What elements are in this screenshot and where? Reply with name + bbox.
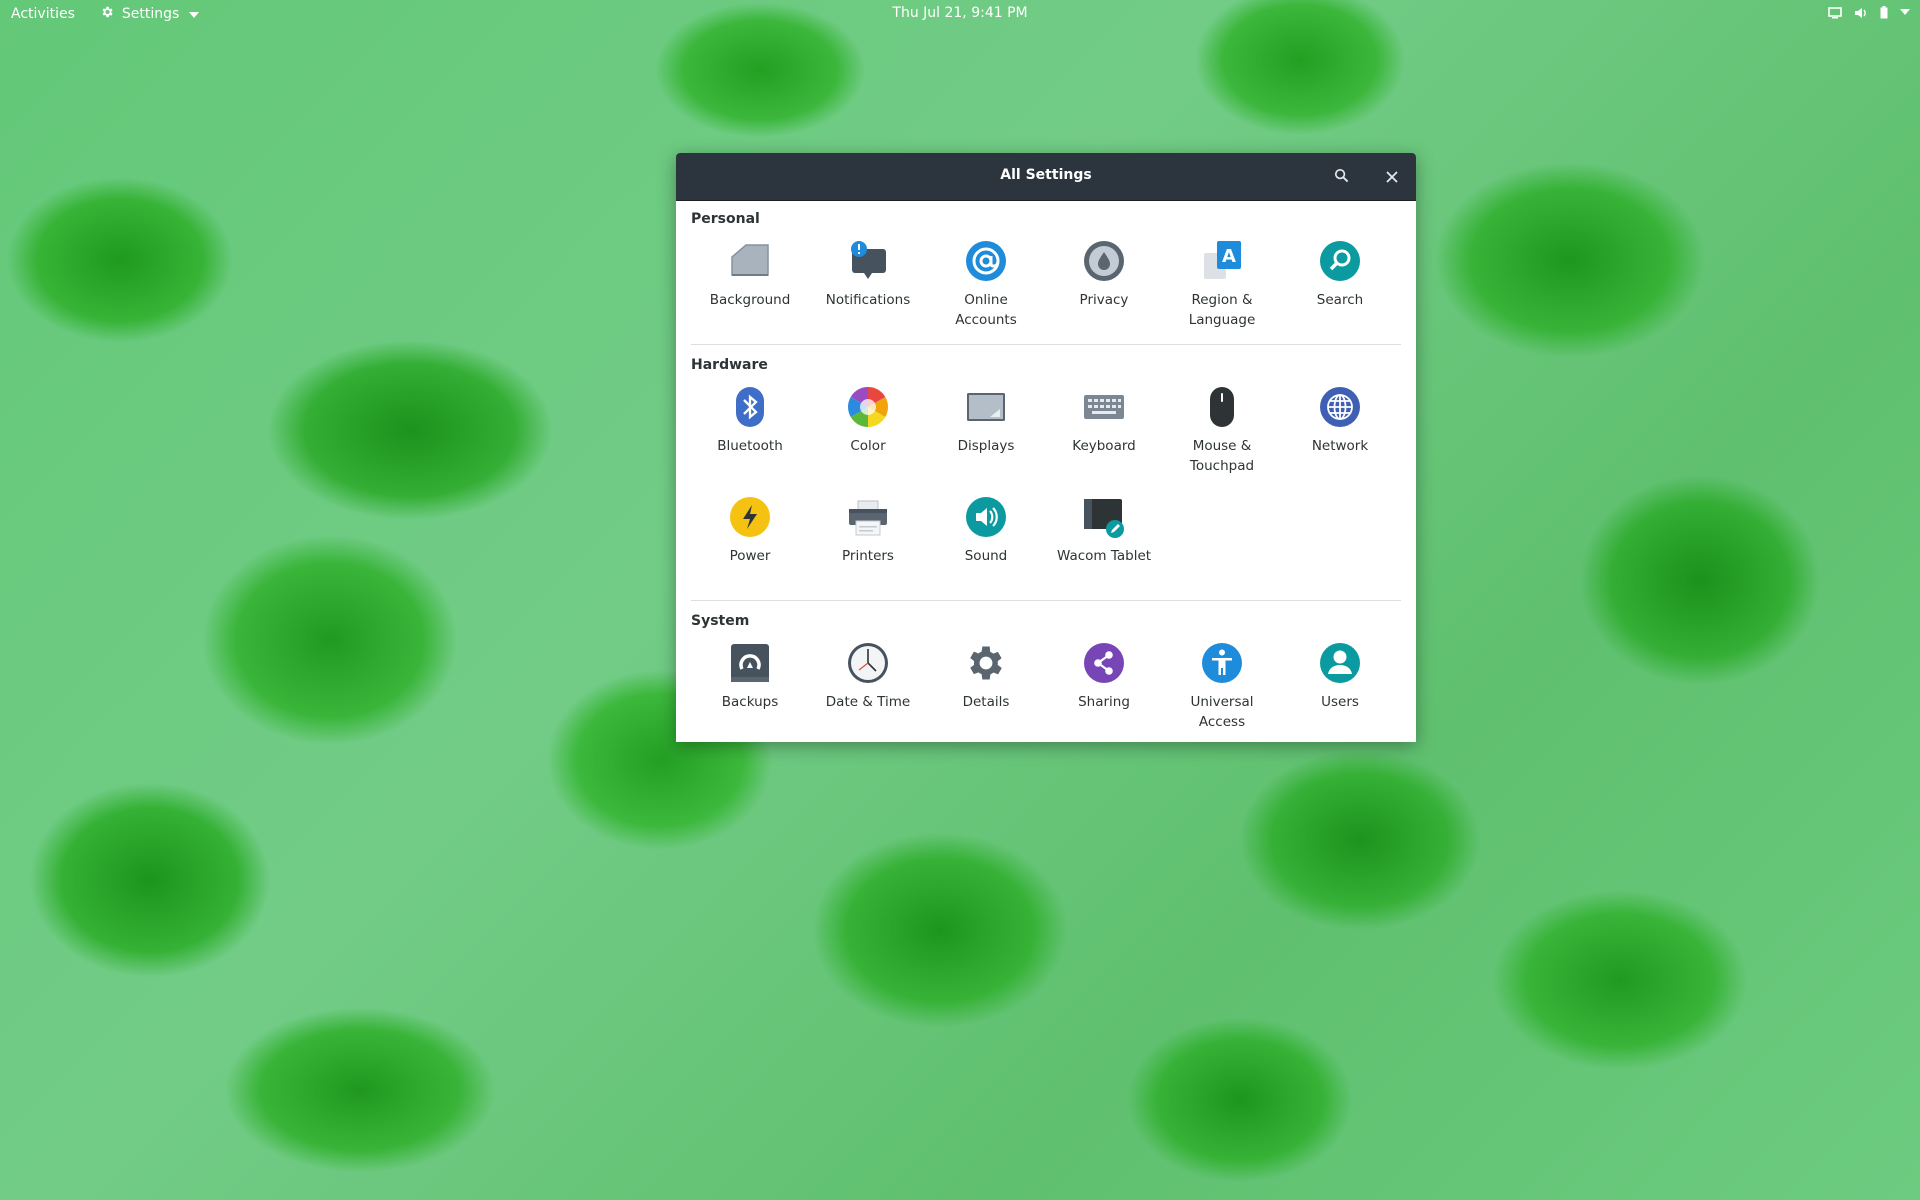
settings-item-search[interactable]: Search	[1281, 233, 1399, 343]
clock[interactable]: Thu Jul 21, 9:41 PM	[892, 5, 1027, 21]
system-tray[interactable]	[1828, 6, 1910, 19]
app-menu-button[interactable]: Settings	[100, 5, 200, 23]
settings-item-backups[interactable]: Backups	[691, 635, 809, 742]
displays-icon	[964, 385, 1008, 429]
network-icon	[1318, 385, 1362, 429]
settings-item-label: Bluetooth	[717, 438, 783, 454]
close-button[interactable]	[1378, 163, 1406, 191]
close-icon	[1386, 168, 1398, 187]
settings-item-background[interactable]: Background	[691, 233, 809, 343]
section-title-hardware: Hardware	[691, 357, 768, 373]
settings-item-users[interactable]: Users	[1281, 635, 1399, 742]
hardware-grid: Bluetooth Color Displays Keyboard Mouse …	[691, 379, 1399, 599]
header-bar: All Settings	[676, 153, 1416, 201]
settings-item-label: Users	[1321, 694, 1359, 710]
backups-icon	[728, 641, 772, 685]
settings-item-label: Network	[1311, 438, 1369, 454]
settings-item-date-time[interactable]: Date & Time	[809, 635, 927, 742]
settings-item-privacy[interactable]: Privacy	[1045, 233, 1163, 343]
user-icon	[1318, 641, 1362, 685]
notifications-icon	[846, 239, 890, 283]
volume-icon	[1854, 7, 1868, 19]
chevron-down-icon	[1900, 9, 1910, 16]
share-icon	[1082, 641, 1126, 685]
svg-text:A: A	[1222, 246, 1236, 267]
settings-window: All Settings Personal Background Notific…	[676, 153, 1416, 742]
keyboard-icon	[1082, 385, 1126, 429]
gear-icon	[100, 5, 114, 23]
settings-item-power[interactable]: Power	[691, 489, 809, 599]
section-title-system: System	[691, 613, 750, 629]
settings-item-sharing[interactable]: Sharing	[1045, 635, 1163, 742]
settings-item-label: Online Accounts	[955, 292, 1017, 328]
background-icon	[728, 239, 772, 283]
window-title: All Settings	[1000, 167, 1092, 183]
top-bar: Activities Settings Thu Jul 21, 9:41 PM	[0, 0, 1920, 28]
search-icon	[1334, 168, 1349, 187]
printer-icon	[846, 495, 890, 539]
settings-item-network[interactable]: Network	[1281, 379, 1399, 489]
settings-item-mouse-touchpad[interactable]: Mouse & Touchpad	[1163, 379, 1281, 489]
wacom-tablet-icon	[1082, 495, 1126, 539]
settings-item-label: Wacom Tablet	[1056, 548, 1152, 564]
settings-item-label: Sharing	[1078, 694, 1130, 710]
settings-item-label: Power	[729, 548, 771, 564]
bluetooth-icon	[728, 385, 772, 429]
sound-icon	[964, 495, 1008, 539]
settings-item-wacom-tablet[interactable]: Wacom Tablet	[1045, 489, 1163, 599]
settings-item-region-language[interactable]: A Region & Language	[1163, 233, 1281, 343]
screen-icon	[1828, 6, 1842, 19]
privacy-icon	[1082, 239, 1126, 283]
settings-item-sound[interactable]: Sound	[927, 489, 1045, 599]
section-separator	[691, 344, 1401, 345]
color-icon	[846, 385, 890, 429]
settings-item-printers[interactable]: Printers	[809, 489, 927, 599]
activities-button[interactable]: Activities	[11, 6, 75, 22]
settings-item-label: Displays	[957, 438, 1015, 454]
settings-item-label: Date & Time	[825, 694, 911, 710]
app-menu-label: Settings	[121, 6, 180, 22]
settings-item-label: Universal Access	[1190, 694, 1254, 730]
settings-item-bluetooth[interactable]: Bluetooth	[691, 379, 809, 489]
settings-item-label: Color	[850, 438, 886, 454]
settings-item-label: Backups	[721, 694, 779, 710]
settings-item-color[interactable]: Color	[809, 379, 927, 489]
settings-item-label: Notifications	[825, 292, 911, 308]
settings-item-label: Search	[1316, 292, 1364, 308]
settings-item-displays[interactable]: Displays	[927, 379, 1045, 489]
settings-item-label: Details	[962, 694, 1010, 710]
search-button[interactable]	[1327, 163, 1355, 191]
accessibility-icon	[1200, 641, 1244, 685]
chevron-down-icon	[189, 12, 200, 18]
settings-item-label: Region & Language	[1188, 292, 1256, 328]
settings-item-details[interactable]: Details	[927, 635, 1045, 742]
settings-item-keyboard[interactable]: Keyboard	[1045, 379, 1163, 489]
battery-icon	[1880, 6, 1888, 19]
settings-item-label: Keyboard	[1072, 438, 1136, 454]
section-title-personal: Personal	[691, 211, 760, 227]
settings-item-label: Printers	[842, 548, 894, 564]
settings-item-label: Privacy	[1079, 292, 1129, 308]
settings-item-label: Sound	[964, 548, 1008, 564]
settings-item-label: Mouse & Touchpad	[1189, 438, 1255, 474]
settings-item-online-accounts[interactable]: Online Accounts	[927, 233, 1045, 343]
power-icon	[728, 495, 772, 539]
region-language-icon: A	[1200, 239, 1244, 283]
settings-item-notifications[interactable]: Notifications	[809, 233, 927, 343]
online-accounts-icon	[964, 239, 1008, 283]
settings-item-label: Background	[709, 292, 791, 308]
personal-grid: Background Notifications Online Accounts…	[691, 233, 1399, 343]
system-grid: Backups Date & Time Details Sharing Univ…	[691, 635, 1399, 742]
gear-icon	[964, 641, 1008, 685]
clock-icon	[846, 641, 890, 685]
settings-item-universal-access[interactable]: Universal Access	[1163, 635, 1281, 742]
search-icon	[1318, 239, 1362, 283]
mouse-icon	[1200, 385, 1244, 429]
section-separator	[691, 600, 1401, 601]
